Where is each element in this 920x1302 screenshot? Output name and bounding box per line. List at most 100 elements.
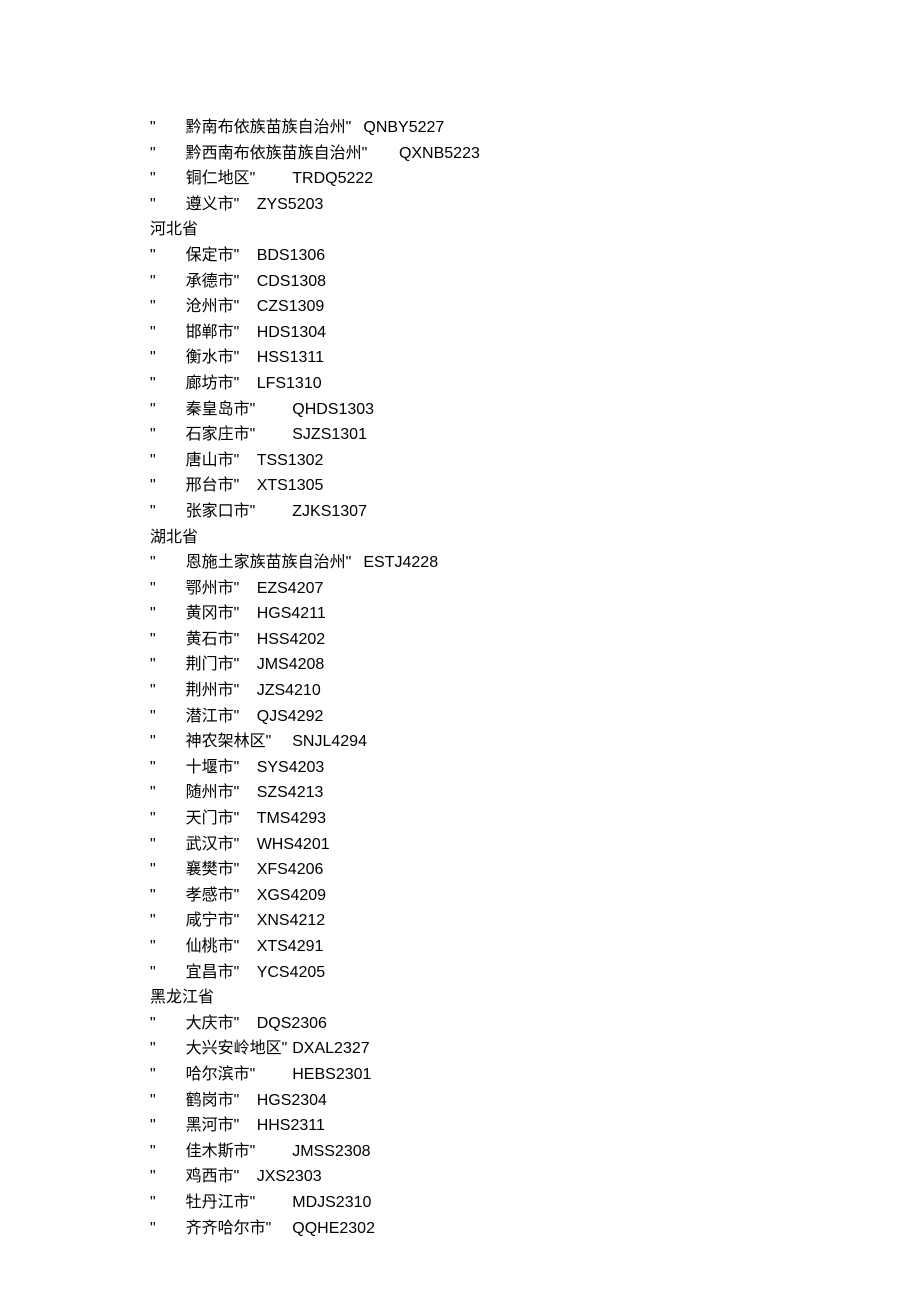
city-name: 黄石市" xyxy=(186,631,257,648)
city-name: 佳木斯市" xyxy=(186,1143,293,1160)
row-prefix: " xyxy=(150,964,186,981)
city-code: SJZS1301 xyxy=(292,426,367,443)
city-code-row: " 武汉市" WHS4201 xyxy=(150,832,920,858)
city-code: MDJS2310 xyxy=(292,1194,371,1211)
city-code: QXNB5223 xyxy=(399,145,480,162)
row-prefix: " xyxy=(150,477,186,494)
row-prefix: " xyxy=(150,119,186,136)
city-name: 十堰市" xyxy=(186,759,257,776)
city-name: 黑河市" xyxy=(186,1117,257,1134)
city-code-row: " 邯郸市" HDS1304 xyxy=(150,320,920,346)
row-prefix: " xyxy=(150,656,186,673)
city-name: 邢台市" xyxy=(186,477,257,494)
row-prefix: " xyxy=(150,145,186,162)
city-name: 秦皇岛市" xyxy=(186,401,293,418)
city-name: 沧州市" xyxy=(186,298,257,315)
city-code: HEBS2301 xyxy=(292,1066,371,1083)
city-code-row: " 遵义市" ZYS5203 xyxy=(150,192,920,218)
document-page: " 黔南布依族苗族自治州" QNBY5227" 黔西南布依族苗族自治州" QXN… xyxy=(0,0,920,1302)
city-code-row: " 齐齐哈尔市" QQHE2302 xyxy=(150,1216,920,1242)
city-code-row: " 哈尔滨市" HEBS2301 xyxy=(150,1062,920,1088)
city-name: 鹤岗市" xyxy=(186,1092,257,1109)
city-code-row: " 黑河市" HHS2311 xyxy=(150,1113,920,1139)
city-name: 神农架林区" xyxy=(186,733,293,750)
city-code-row: " 大兴安岭地区" DXAL2327 xyxy=(150,1036,920,1062)
city-code: ZJKS1307 xyxy=(292,503,367,520)
city-code: QHDS1303 xyxy=(292,401,374,418)
city-code: JMSS2308 xyxy=(292,1143,370,1160)
row-prefix: " xyxy=(150,682,186,699)
city-code: ESTJ4228 xyxy=(363,554,438,571)
row-prefix: " xyxy=(150,1220,186,1237)
row-prefix: " xyxy=(150,401,186,418)
city-name: 咸宁市" xyxy=(186,912,257,929)
city-name: 荆州市" xyxy=(186,682,257,699)
city-code: JZS4210 xyxy=(257,682,321,699)
city-name: 潜江市" xyxy=(186,708,257,725)
city-code: SNJL4294 xyxy=(292,733,367,750)
city-code: DXAL2327 xyxy=(292,1040,369,1057)
city-name: 哈尔滨市" xyxy=(186,1066,293,1083)
city-code: TSS1302 xyxy=(257,452,324,469)
city-code-row: " 咸宁市" XNS4212 xyxy=(150,908,920,934)
city-code-row: " 大庆市" DQS2306 xyxy=(150,1011,920,1037)
city-code-row: " 鸡西市" JXS2303 xyxy=(150,1164,920,1190)
city-code-row: " 荆州市" JZS4210 xyxy=(150,678,920,704)
city-code: ZYS5203 xyxy=(257,196,324,213)
row-prefix: " xyxy=(150,836,186,853)
city-code-row: " 牡丹江市" MDJS2310 xyxy=(150,1190,920,1216)
row-prefix: " xyxy=(150,375,186,392)
city-code-row: " 保定市" BDS1306 xyxy=(150,243,920,269)
city-code: JXS2303 xyxy=(257,1168,322,1185)
city-name: 黔西南布依族苗族自治州" xyxy=(186,145,399,162)
city-code-row: " 神农架林区" SNJL4294 xyxy=(150,729,920,755)
city-code: YCS4205 xyxy=(257,964,326,981)
city-code-row: " 沧州市" CZS1309 xyxy=(150,294,920,320)
city-name: 唐山市" xyxy=(186,452,257,469)
city-name: 恩施土家族苗族自治州" xyxy=(186,554,364,571)
city-name: 襄樊市" xyxy=(186,861,257,878)
city-code-row: " 鄂州市" EZS4207 xyxy=(150,576,920,602)
row-prefix: " xyxy=(150,554,186,571)
city-code: XGS4209 xyxy=(257,887,326,904)
city-code-row: " 恩施土家族苗族自治州" ESTJ4228 xyxy=(150,550,920,576)
city-name: 宜昌市" xyxy=(186,964,257,981)
row-prefix: " xyxy=(150,631,186,648)
city-name: 大庆市" xyxy=(186,1015,257,1032)
row-prefix: " xyxy=(150,733,186,750)
city-code-row: " 孝感市" XGS4209 xyxy=(150,883,920,909)
city-code: JMS4208 xyxy=(257,656,325,673)
city-name: 荆门市" xyxy=(186,656,257,673)
city-code-row: " 铜仁地区" TRDQ5222 xyxy=(150,166,920,192)
city-code-row: " 黔南布依族苗族自治州" QNBY5227 xyxy=(150,115,920,141)
city-name: 随州市" xyxy=(186,784,257,801)
row-prefix: " xyxy=(150,170,186,187)
city-code-row: " 仙桃市" XTS4291 xyxy=(150,934,920,960)
city-name: 鸡西市" xyxy=(186,1168,257,1185)
city-name: 黄冈市" xyxy=(186,605,257,622)
row-prefix: " xyxy=(150,887,186,904)
city-code-row: " 邢台市" XTS1305 xyxy=(150,473,920,499)
row-prefix: " xyxy=(150,861,186,878)
row-prefix: " xyxy=(150,273,186,290)
row-prefix: " xyxy=(150,426,186,443)
city-name: 廊坊市" xyxy=(186,375,257,392)
city-code-row: " 承德市" CDS1308 xyxy=(150,269,920,295)
city-name: 齐齐哈尔市" xyxy=(186,1220,293,1237)
city-code-row: " 黄冈市" HGS4211 xyxy=(150,601,920,627)
city-code-row: " 衡水市" HSS1311 xyxy=(150,345,920,371)
city-name: 仙桃市" xyxy=(186,938,257,955)
row-prefix: " xyxy=(150,452,186,469)
city-code: XTS4291 xyxy=(257,938,324,955)
city-name: 承德市" xyxy=(186,273,257,290)
city-name: 张家口市" xyxy=(186,503,293,520)
city-code: HGS4211 xyxy=(257,605,326,622)
city-code: SZS4213 xyxy=(257,784,324,801)
row-prefix: " xyxy=(150,1092,186,1109)
row-prefix: " xyxy=(150,708,186,725)
row-prefix: " xyxy=(150,1143,186,1160)
province-heading: 黑龙江省 xyxy=(150,985,920,1011)
city-name: 牡丹江市" xyxy=(186,1194,293,1211)
city-code-row: " 宜昌市" YCS4205 xyxy=(150,960,920,986)
city-code: CDS1308 xyxy=(257,273,326,290)
